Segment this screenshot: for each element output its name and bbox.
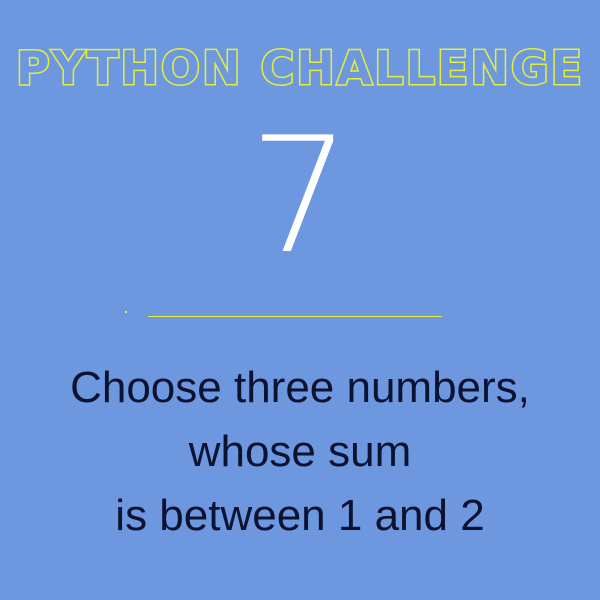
challenge-number: 7 <box>249 102 351 289</box>
challenge-question: Choose three numbers, whose sum is betwe… <box>0 356 600 548</box>
divider-dot <box>125 311 127 313</box>
question-line-1: Choose three numbers, <box>70 363 530 412</box>
question-line-2: whose sum <box>188 427 412 476</box>
challenge-title: PYTHON CHALLENGE <box>14 40 585 97</box>
question-line-3: is between 1 and 2 <box>115 491 485 540</box>
divider-line <box>148 316 442 317</box>
